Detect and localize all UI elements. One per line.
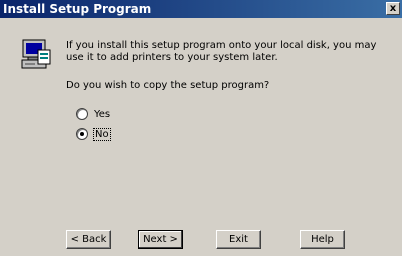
- radio-no[interactable]: No: [76, 127, 111, 141]
- close-icon: x: [389, 3, 397, 14]
- setup-message: If you install this setup program onto y…: [66, 40, 377, 63]
- window-title: Install Setup Program: [3, 2, 152, 16]
- computer-setup-icon: [21, 39, 51, 69]
- radio-yes[interactable]: Yes: [76, 107, 110, 121]
- radio-yes-indicator[interactable]: [76, 108, 88, 120]
- next-button[interactable]: Next >: [138, 230, 183, 249]
- install-setup-dialog: Install Setup Program x If you install t…: [0, 0, 402, 256]
- title-bar: Install Setup Program x: [0, 0, 402, 18]
- close-button[interactable]: x: [386, 2, 400, 15]
- radio-yes-label: Yes: [94, 108, 111, 120]
- radio-no-indicator[interactable]: [76, 128, 88, 140]
- exit-button[interactable]: Exit: [216, 230, 261, 249]
- back-button[interactable]: < Back: [66, 230, 111, 249]
- help-button[interactable]: Help: [300, 230, 345, 249]
- radio-no-label: No: [93, 127, 111, 141]
- copy-question: Do you wish to copy the setup program?: [66, 80, 270, 91]
